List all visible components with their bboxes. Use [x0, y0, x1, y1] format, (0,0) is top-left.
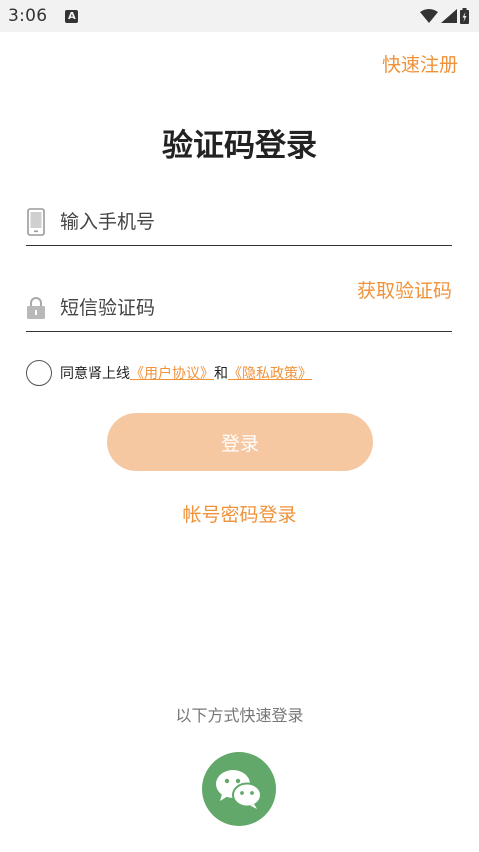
battery-icon [460, 8, 469, 24]
agreement-row: 同意肾上线 《用户协议》 和 《隐私政策》 [26, 360, 312, 386]
wifi-icon [420, 9, 438, 23]
user-agreement-link[interactable]: 《用户协议》 [130, 363, 214, 383]
lock-icon [26, 293, 46, 323]
agreement-conjunction: 和 [214, 366, 228, 382]
code-input[interactable] [60, 296, 452, 319]
page-title: 验证码登录 [162, 128, 317, 164]
phone-input[interactable] [60, 210, 452, 233]
notification-icon: A [65, 9, 79, 23]
phone-icon [26, 207, 46, 237]
quick-login-label: 以下方式快速登录 [175, 706, 304, 725]
wechat-login-button[interactable] [202, 752, 276, 826]
agreement-checkbox[interactable] [26, 360, 52, 386]
privacy-policy-link[interactable]: 《隐私政策》 [228, 363, 312, 383]
status-icons [420, 8, 469, 24]
wechat-icon [216, 770, 262, 809]
agreement-prefix: 同意肾上线 [60, 366, 130, 382]
login-button[interactable]: 登录 [107, 413, 373, 471]
register-link[interactable]: 快速注册 [382, 50, 458, 77]
password-login-link[interactable]: 帐号密码登录 [0, 500, 479, 527]
status-time: 3:06 [8, 6, 48, 26]
phone-field-row [26, 198, 452, 246]
signal-icon [441, 9, 457, 23]
status-bar: 3:06 A [0, 0, 479, 32]
code-field-row [26, 284, 452, 332]
